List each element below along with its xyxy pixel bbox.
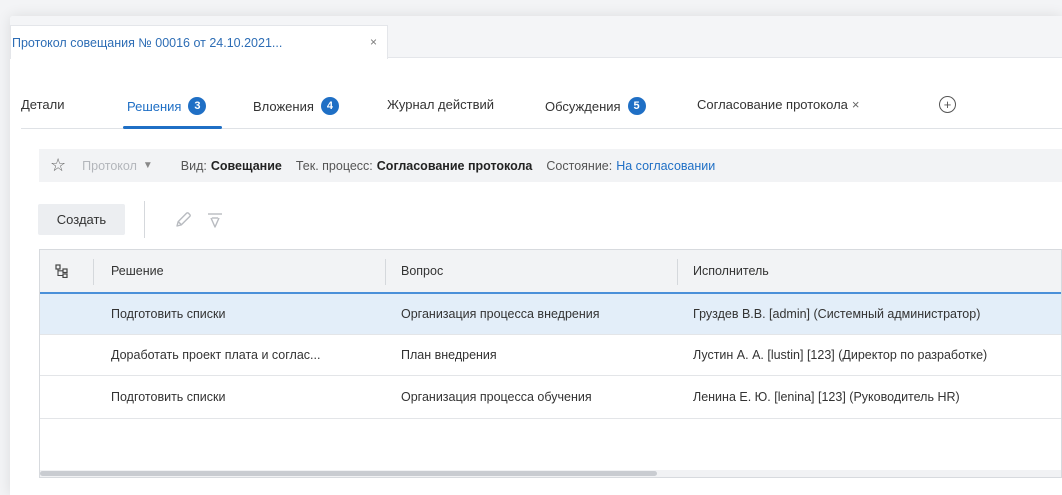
tab-attachments[interactable]: Вложения 4 — [253, 97, 339, 115]
assignee-cell: Груздев В.В. [admin] (Системный админист… — [693, 307, 981, 321]
question-cell: Организация процесса внедрения — [401, 307, 600, 321]
decisions-table: Решение Вопрос Исполнитель Подготовить с… — [39, 249, 1062, 478]
decision-cell: Подготовить списки — [111, 390, 226, 404]
tab-label: Журнал действий — [387, 97, 495, 112]
table-header: Решение Вопрос Исполнитель — [40, 250, 1061, 294]
trash-icon[interactable] — [204, 209, 226, 231]
star-icon[interactable]: ☆ — [50, 155, 66, 176]
column-header-question[interactable]: Вопрос — [401, 250, 671, 292]
kind-label: Вид: — [180, 158, 207, 173]
active-tab-indicator — [123, 126, 222, 129]
document-tab-title[interactable]: Протокол совещания № 00016 от 24.10.2021… — [12, 36, 282, 50]
close-icon[interactable]: × — [370, 35, 377, 49]
question-cell: План внедрения — [401, 348, 497, 362]
table-row[interactable]: Доработать проект плата и соглас... План… — [40, 335, 1061, 376]
tab-action-log[interactable]: Журнал действий — [387, 97, 494, 112]
hierarchy-icon[interactable] — [55, 250, 75, 292]
state-label: Состояние: — [546, 158, 613, 173]
process-value: Согласование протокола — [376, 158, 533, 173]
document-window: Протокол совещания № 00016 от 24.10.2021… — [10, 16, 1062, 495]
table-row[interactable]: Подготовить списки Организация процесса … — [40, 294, 1061, 335]
count-badge: 3 — [188, 97, 207, 115]
tab-discussions[interactable]: Обсуждения 5 — [545, 97, 646, 115]
process-label: Тек. процесс: — [295, 158, 373, 173]
decision-cell: Доработать проект плата и соглас... — [111, 348, 321, 362]
assignee-cell: Лустин А. А. [lustin] [123] (Директор по… — [693, 348, 988, 362]
tab-label: Детали — [21, 97, 65, 112]
question-cell: Организация процесса обучения — [401, 390, 592, 404]
count-badge: 4 — [320, 97, 339, 115]
tab-label: Вложения — [253, 98, 314, 114]
column-divider[interactable] — [93, 259, 94, 285]
assignee-cell: Ленина Е. Ю. [lenina] [123] (Руководител… — [693, 390, 960, 404]
tab-label: Согласование протокола — [697, 97, 848, 112]
tab-decisions[interactable]: Решения 3 — [127, 97, 207, 115]
create-button[interactable]: Создать — [38, 204, 125, 235]
column-divider[interactable] — [677, 259, 678, 285]
tab-details[interactable]: Детали — [21, 97, 65, 112]
column-divider[interactable] — [385, 259, 386, 285]
document-type-dropdown[interactable]: Протокол — [82, 159, 137, 173]
add-tab-icon[interactable]: + — [939, 96, 956, 113]
chevron-down-icon[interactable]: ▼ — [143, 160, 153, 171]
kind-value: Совещание — [210, 158, 282, 173]
decision-cell: Подготовить списки — [111, 307, 226, 321]
horizontal-scrollbar[interactable] — [40, 470, 1061, 477]
scrollbar-thumb[interactable] — [40, 471, 657, 476]
table-row[interactable]: Подготовить списки Организация процесса … — [40, 376, 1061, 419]
column-header-decision[interactable]: Решение — [111, 250, 381, 292]
toolbar-divider — [144, 201, 145, 238]
tab-label: Решения — [127, 98, 182, 114]
state-value[interactable]: На согласовании — [616, 159, 715, 173]
tab-protocol-approval[interactable]: Согласование протокола × — [697, 97, 859, 112]
column-header-assignee[interactable]: Исполнитель — [693, 250, 1061, 292]
document-tab-bar: Протокол совещания № 00016 от 24.10.2021… — [10, 16, 1062, 59]
count-badge: 5 — [627, 97, 646, 115]
section-tabs: Детали Решения 3 Вложения 4 Журнал дейст… — [21, 87, 1062, 129]
tab-label: Обсуждения — [545, 98, 621, 114]
pencil-icon[interactable] — [172, 209, 194, 231]
document-info-bar: ☆ Протокол ▼ Вид: Совещание Тек. процесс… — [39, 149, 1062, 182]
document-tab[interactable]: Протокол совещания № 00016 от 24.10.2021… — [10, 25, 388, 59]
close-icon[interactable]: × — [852, 97, 860, 112]
